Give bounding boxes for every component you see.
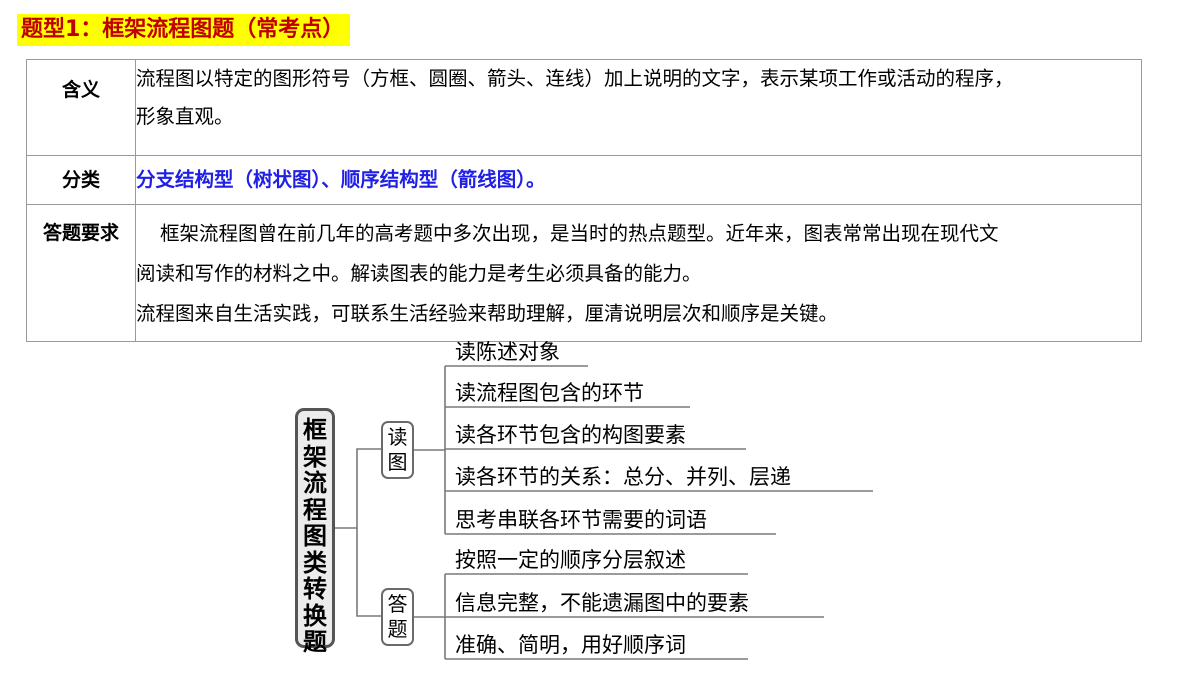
root-node-label: 框架流程图类转换题 xyxy=(303,416,327,656)
row-label-category: 分类 xyxy=(26,155,136,205)
requirements-line-1: 框架流程图曾在前几年的高考题中多次出现，是当时的热点题型。近年来，图表常常出现在… xyxy=(136,214,1141,254)
read-item-5: 思考串联各环节需要的词语 xyxy=(455,508,707,532)
answer-item-2: 信息完整，不能遗漏图中的要素 xyxy=(455,591,749,615)
connector-root-read xyxy=(335,448,381,529)
page: 题型1：框架流程图题（常考点） 含义 流程图以特定的图形符号（方框、圆圈、箭头、… xyxy=(0,0,1200,675)
read-item-4: 读各环节的关系：总分、并列、层递 xyxy=(455,465,791,489)
info-table: 含义 流程图以特定的图形符号（方框、圆圈、箭头、连线）加上说明的文字，表示某项工… xyxy=(26,59,1142,342)
branch-node-answer-label: 答题 xyxy=(387,592,408,641)
meaning-line-1: 流程图以特定的图形符号（方框、圆圈、箭头、连线）加上说明的文字，表示某项工作或活… xyxy=(136,67,1014,90)
table-row-category: 分类 分支结构型（树状图）、顺序结构型（箭线图）。 xyxy=(26,155,1142,205)
requirements-line-3: 流程图来自生活实践，可联系生活经验来帮助理解，厘清说明层次和顺序是关键。 xyxy=(136,302,839,325)
row-content-category: 分支结构型（树状图）、顺序结构型（箭线图）。 xyxy=(135,155,1142,205)
read-item-2: 读流程图包含的环节 xyxy=(455,381,644,405)
table-row-meaning: 含义 流程图以特定的图形符号（方框、圆圈、箭头、连线）加上说明的文字，表示某项工… xyxy=(26,59,1142,156)
row-content-requirements: 框架流程图曾在前几年的高考题中多次出现，是当时的热点题型。近年来，图表常常出现在… xyxy=(135,204,1142,342)
read-item-3: 读各环节包含的构图要素 xyxy=(455,423,686,447)
row-content-meaning: 流程图以特定的图形符号（方框、圆圈、箭头、连线）加上说明的文字，表示某项工作或活… xyxy=(135,59,1142,156)
row-label-requirements: 答题要求 xyxy=(26,204,136,342)
requirements-line-1-text: 框架流程图曾在前几年的高考题中多次出现，是当时的热点题型。近年来，图表常常出现在… xyxy=(160,222,999,245)
section-title: 题型1：框架流程图题（常考点） xyxy=(17,14,351,46)
answer-item-1: 按照一定的顺序分层叙述 xyxy=(455,548,686,572)
root-node: 框架流程图类转换题 xyxy=(295,408,335,655)
requirements-line-2: 阅读和写作的材料之中。解读图表的能力是考生必须具备的能力。 xyxy=(136,262,702,285)
answer-item-3: 准确、简明，用好顺序词 xyxy=(455,633,686,657)
category-line-1: 分支结构型（树状图）、顺序结构型（箭线图）。 xyxy=(136,168,546,191)
connector-root-answer xyxy=(356,528,381,617)
branch-node-read: 读图 xyxy=(381,421,414,479)
row-label-meaning: 含义 xyxy=(26,59,136,156)
table-row-requirements: 答题要求 框架流程图曾在前几年的高考题中多次出现，是当时的热点题型。近年来，图表… xyxy=(26,204,1142,342)
read-item-1: 读陈述对象 xyxy=(455,340,560,364)
branch-node-read-label: 读图 xyxy=(387,425,408,474)
branch-node-answer: 答题 xyxy=(381,588,414,646)
meaning-line-2: 形象直观。 xyxy=(136,105,234,128)
